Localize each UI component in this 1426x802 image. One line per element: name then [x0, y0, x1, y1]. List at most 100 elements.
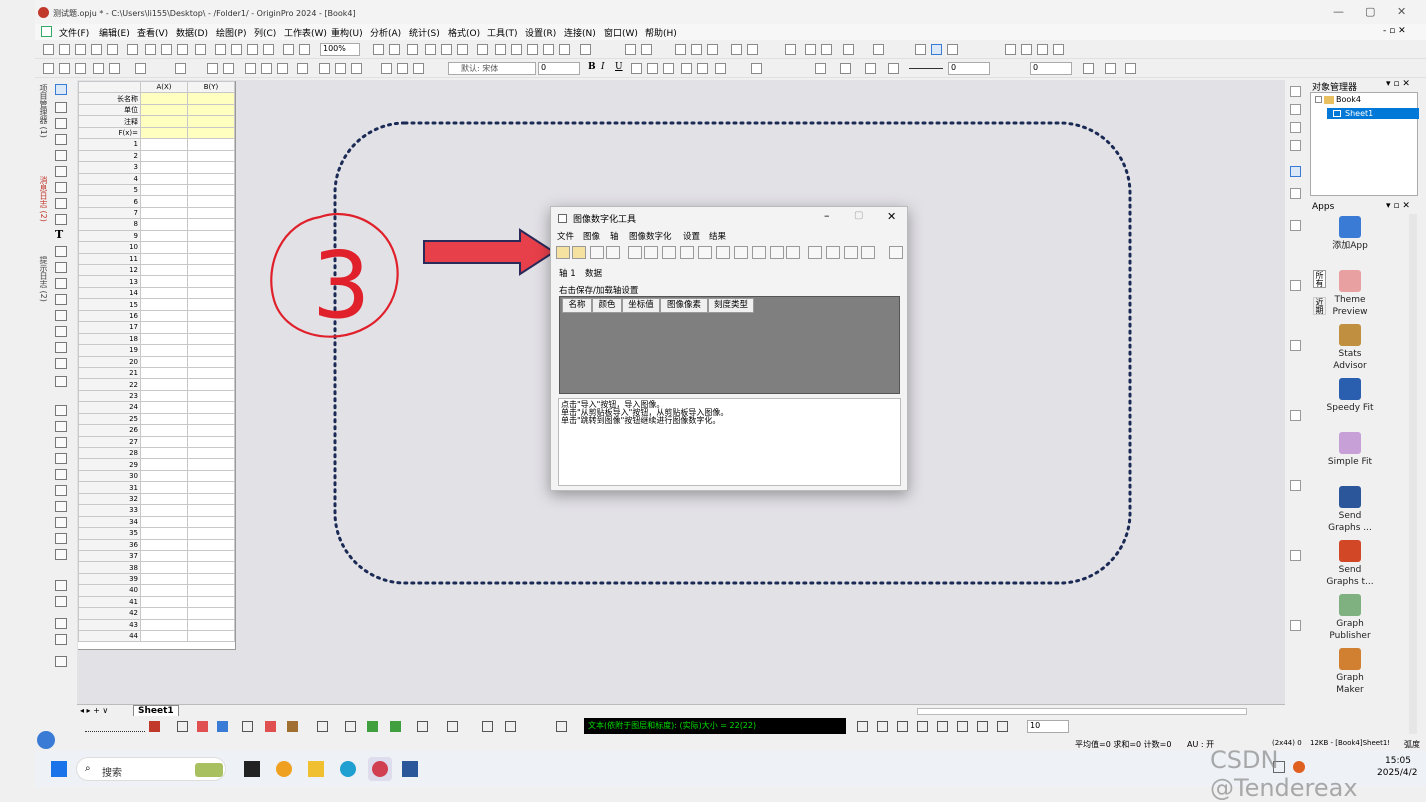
arrange-bottom-icon[interactable]: [917, 721, 928, 732]
cell[interactable]: [140, 446, 188, 460]
cell[interactable]: [140, 195, 188, 208]
table-row[interactable]: 19: [78, 344, 235, 357]
table-row[interactable]: 42: [78, 607, 235, 620]
layout-tool-icon[interactable]: [55, 485, 67, 496]
dialog-maximize-button[interactable]: ▢: [854, 210, 863, 221]
row-number[interactable]: 15: [78, 298, 141, 311]
table-row[interactable]: 44: [78, 629, 235, 643]
dialog-menu-settings[interactable]: 设置: [683, 230, 700, 242]
rescale-icon[interactable]: [335, 63, 346, 74]
misc-tool-icon[interactable]: [55, 618, 67, 629]
app-item[interactable]: Graph Publisher: [1325, 594, 1375, 642]
cell[interactable]: [140, 241, 188, 254]
hand-tool-icon[interactable]: [55, 310, 67, 321]
cell[interactable]: [140, 572, 188, 586]
arrange-middle-icon[interactable]: [957, 721, 968, 732]
cell[interactable]: [140, 389, 188, 403]
group-icon[interactable]: [93, 63, 104, 74]
cell[interactable]: [187, 161, 235, 174]
font-select[interactable]: 默认: 宋体: [448, 62, 536, 75]
row-number[interactable]: 28: [78, 446, 141, 460]
row-number[interactable]: 23: [78, 389, 141, 403]
sort-icon[interactable]: [625, 44, 636, 55]
edit-axis-icon[interactable]: [628, 246, 642, 259]
column-header-name[interactable]: 名称: [562, 298, 592, 313]
cell[interactable]: [187, 538, 235, 551]
worksheet[interactable]: A(X) B(Y) 长名称 单位 注释 F(x)= 1 2 3 4 5 6 7 8 9 10 11 12 13 1…: [78, 80, 236, 650]
cell[interactable]: [140, 206, 188, 220]
table-row[interactable]: 34: [78, 515, 235, 529]
save-template-icon[interactable]: [263, 44, 274, 55]
cell[interactable]: [140, 183, 188, 197]
script-icon[interactable]: [873, 44, 884, 55]
italic-icon[interactable]: I: [601, 62, 605, 72]
table-row[interactable]: 38: [78, 561, 235, 574]
right-tool-icon[interactable]: [1290, 140, 1301, 151]
hatch-icon[interactable]: [1083, 63, 1094, 74]
arrange-height-icon[interactable]: [997, 721, 1008, 732]
menu-reformat[interactable]: 重构(U): [331, 26, 363, 39]
table-row[interactable]: 32: [78, 492, 235, 506]
tab-data[interactable]: 数据: [585, 267, 602, 279]
word-icon[interactable]: [402, 761, 418, 777]
set-y-icon[interactable]: [931, 44, 942, 55]
cell[interactable]: [140, 172, 188, 185]
cell[interactable]: [187, 103, 235, 117]
lock-tool-icon[interactable]: [55, 656, 67, 667]
row-number[interactable]: 43: [78, 618, 141, 632]
redo-icon[interactable]: [59, 63, 70, 74]
cell[interactable]: [187, 504, 235, 517]
chart-tool-icon[interactable]: [55, 501, 67, 512]
table-row[interactable]: 9: [78, 229, 235, 243]
save-icon[interactable]: [247, 44, 258, 55]
edge-pick-icon[interactable]: [734, 246, 748, 259]
cell[interactable]: [140, 355, 188, 368]
cell[interactable]: [140, 527, 188, 540]
menu-window[interactable]: 窗口(W): [604, 26, 638, 39]
cell[interactable]: [140, 515, 188, 529]
pie-pick-icon[interactable]: [770, 246, 784, 259]
arrange-left-icon[interactable]: [857, 721, 868, 732]
font-color-icon[interactable]: [751, 63, 762, 74]
decrease-font-icon[interactable]: [697, 63, 708, 74]
annotation-icon[interactable]: [55, 246, 67, 257]
table-row[interactable]: 1: [78, 138, 235, 151]
results-log-icon[interactable]: [441, 44, 452, 55]
next-icon[interactable]: [1037, 44, 1048, 55]
cell[interactable]: [140, 469, 188, 483]
new-folder-icon[interactable]: [59, 44, 70, 55]
line-color-icon[interactable]: [865, 63, 876, 74]
cell[interactable]: [187, 469, 235, 483]
paste-icon[interactable]: [413, 63, 424, 74]
row-header[interactable]: 单位: [78, 103, 141, 117]
column-header[interactable]: A(X): [140, 80, 188, 94]
row-number[interactable]: 29: [78, 458, 141, 471]
right-tool-icon[interactable]: [1290, 280, 1301, 291]
right-tool-icon[interactable]: [1290, 86, 1301, 97]
cell[interactable]: [187, 275, 235, 288]
column-header-color[interactable]: 颜色: [592, 298, 622, 313]
cell[interactable]: [140, 161, 188, 174]
row-number[interactable]: 25: [78, 412, 141, 426]
cell[interactable]: [187, 515, 235, 529]
cell[interactable]: [187, 172, 235, 185]
cross-x-icon[interactable]: [915, 44, 926, 55]
row-number[interactable]: 26: [78, 424, 141, 437]
row-number[interactable]: 12: [78, 263, 141, 277]
bold-icon[interactable]: B: [588, 62, 596, 72]
cell[interactable]: [187, 401, 235, 414]
search-app-icon[interactable]: [276, 761, 292, 777]
text-tool-icon[interactable]: T: [55, 228, 63, 241]
table-row[interactable]: 28: [78, 446, 235, 460]
restore-button[interactable]: ▢: [1365, 5, 1375, 18]
cell[interactable]: [187, 138, 235, 151]
delete-icon[interactable]: [861, 246, 875, 259]
cell[interactable]: [140, 366, 188, 380]
row-number[interactable]: 34: [78, 515, 141, 529]
cell[interactable]: [187, 92, 235, 105]
mdi-controls[interactable]: - ▫ ✕: [1383, 26, 1406, 36]
row-number[interactable]: 32: [78, 492, 141, 506]
plot-map-icon[interactable]: [390, 721, 401, 732]
right-tool-icon[interactable]: [1290, 620, 1301, 631]
plot-statistics-icon[interactable]: [556, 721, 567, 732]
